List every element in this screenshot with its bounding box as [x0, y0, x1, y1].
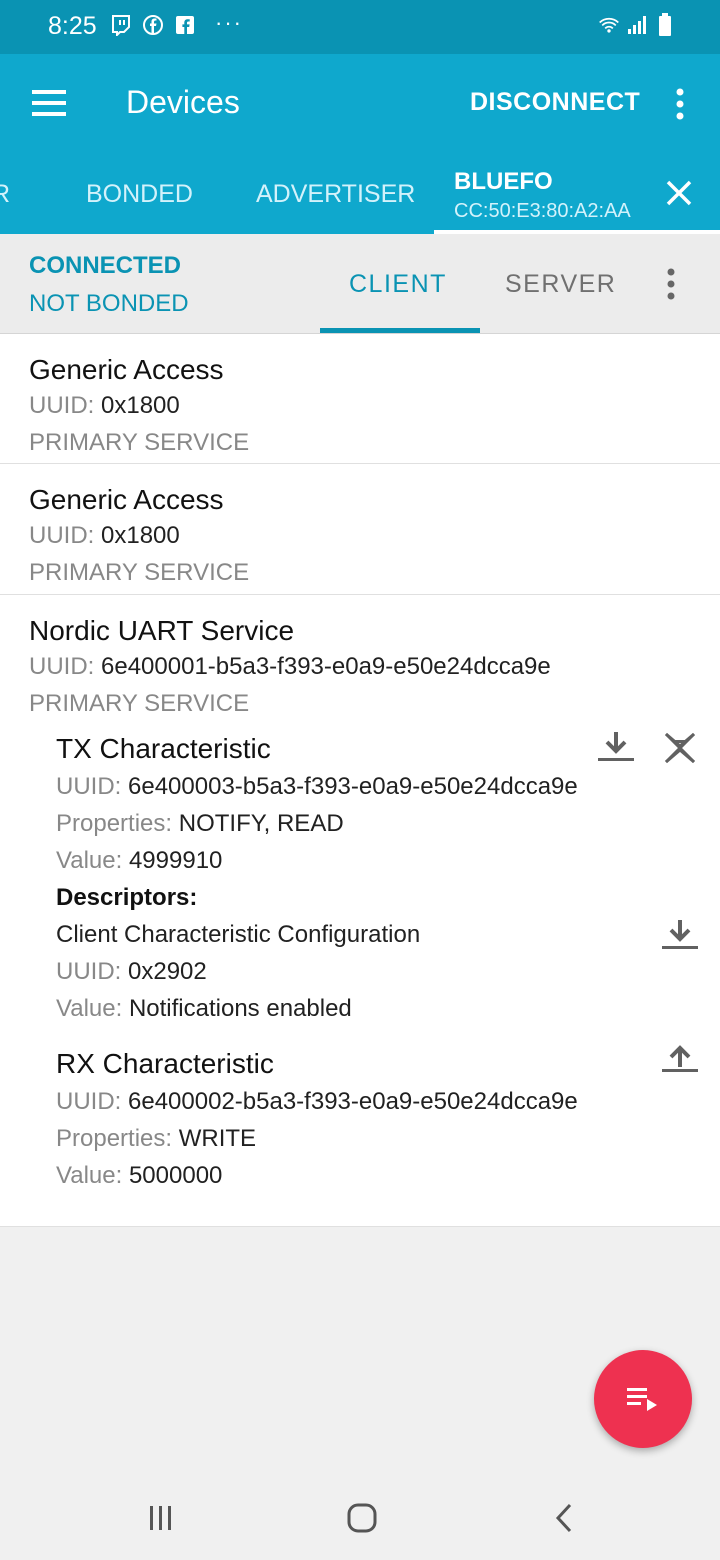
value-label: Value: [56, 847, 123, 874]
service-type: PRIMARY SERVICE [29, 690, 250, 717]
characteristic-properties-row: Properties: NOTIFY, READ [56, 805, 720, 842]
device-address: CC:50:E3:80:A2:AA [454, 200, 631, 222]
home-icon[interactable] [342, 1498, 382, 1538]
tab-device[interactable]: BLUEFO CC:50:E3:80:A2:AA [434, 164, 720, 234]
service-uuid-row: UUID: 6e400001-b5a3-f393-e0a9-e50e24dcca… [29, 648, 720, 685]
service-uuid-row: UUID: 0x1800 [29, 387, 720, 424]
service-item[interactable]: Generic Access UUID: 0x1800 PRIMARY SERV… [0, 334, 720, 464]
log-list-icon [627, 1388, 657, 1411]
descriptor-read-download-icon[interactable] [660, 918, 700, 954]
twitch-icon [110, 14, 132, 36]
connection-state: CONNECTED [29, 252, 182, 279]
tab-bonded[interactable]: BONDED [86, 180, 193, 209]
tab-client[interactable]: CLIENT [349, 270, 447, 299]
signal-icon [626, 14, 648, 36]
characteristic-properties: WRITE [178, 1125, 257, 1152]
facebook-square-icon [174, 14, 196, 36]
service-item[interactable]: Nordic UART Service UUID: 6e400001-b5a3-… [0, 595, 720, 1227]
notification-icons [110, 14, 196, 36]
subtab-indicator [320, 328, 480, 333]
status-time: 8:25 [48, 12, 97, 40]
notifications-toggle-icon[interactable] [660, 730, 700, 766]
status-bar: 8:25 ··· [0, 0, 720, 54]
descriptor-uuid-row: UUID: 0x2902 [56, 953, 720, 990]
characteristic-uuid: 6e400003-b5a3-f393-e0a9-e50e24dcca9e [128, 773, 578, 800]
wifi-icon [598, 14, 620, 36]
service-name: Nordic UART Service [29, 615, 295, 646]
service-type: PRIMARY SERVICE [29, 429, 250, 456]
service-name: Generic Access [29, 354, 224, 385]
back-icon[interactable] [544, 1498, 584, 1538]
characteristic-uuid-row: UUID: 6e400003-b5a3-f393-e0a9-e50e24dcca… [56, 768, 720, 805]
connection-overflow-menu-icon[interactable] [660, 264, 682, 304]
descriptors-heading: Descriptors: [56, 884, 198, 911]
value-label: Value: [56, 995, 123, 1022]
characteristic-value-row: Value: 5000000 [56, 1157, 720, 1194]
tab-server[interactable]: SERVER [505, 270, 616, 299]
services-list: Generic Access UUID: 0x1800 PRIMARY SERV… [0, 334, 720, 1227]
characteristic-properties: NOTIFY, READ [178, 810, 344, 837]
log-fab-button[interactable] [594, 1350, 692, 1448]
uuid-label: UUID: [29, 522, 95, 549]
service-item[interactable]: Generic Access UUID: 0x1800 PRIMARY SERV… [0, 464, 720, 595]
descriptor-value: Notifications enabled [128, 995, 352, 1022]
characteristic-tx[interactable]: TX Characteristic UUID: 6e400003-b5a3-f3… [56, 730, 720, 1027]
service-uuid: 0x1800 [101, 522, 180, 549]
characteristic-value-row: Value: 4999910 [56, 842, 720, 879]
descriptor-name: Client Characteristic Configuration [56, 921, 421, 948]
service-name: Generic Access [29, 484, 224, 515]
tab-scanner-partial[interactable]: R [0, 180, 10, 209]
characteristic-name: RX Characteristic [56, 1048, 274, 1079]
characteristic-value: 5000000 [128, 1162, 223, 1189]
page-title: Devices [126, 84, 240, 120]
system-nav-bar [0, 1476, 720, 1560]
disconnect-button[interactable]: DISCONNECT [470, 88, 640, 117]
recent-apps-icon[interactable] [141, 1498, 181, 1538]
characteristic-rx[interactable]: RX Characteristic UUID: 6e400002-b5a3-f3… [56, 1045, 720, 1194]
write-upload-icon[interactable] [660, 1041, 700, 1077]
properties-label: Properties: [56, 810, 173, 837]
read-download-icon[interactable] [596, 730, 636, 766]
hamburger-menu-icon[interactable] [32, 88, 66, 118]
descriptor-uuid: 0x2902 [128, 958, 207, 985]
connection-bar: CONNECTED NOT BONDED CLIENT SERVER [0, 234, 720, 334]
close-icon[interactable] [664, 178, 694, 208]
characteristic-value: 4999910 [128, 847, 223, 874]
battery-icon [654, 13, 676, 36]
characteristic-properties-row: Properties: WRITE [56, 1120, 720, 1157]
tab-advertiser[interactable]: ADVERTISER [256, 180, 415, 209]
more-notifications-icon: ··· [215, 10, 243, 35]
service-uuid: 0x1800 [101, 392, 180, 419]
overflow-menu-icon[interactable] [668, 84, 692, 124]
characteristic-uuid-row: UUID: 6e400002-b5a3-f393-e0a9-e50e24dcca… [56, 1083, 720, 1120]
descriptor-value-row: Value: Notifications enabled [56, 990, 720, 1027]
facebook-circle-icon [142, 14, 164, 36]
service-type: PRIMARY SERVICE [29, 559, 250, 586]
uuid-label: UUID: [56, 773, 122, 800]
device-name: BLUEFO [454, 168, 553, 195]
characteristic-uuid: 6e400002-b5a3-f393-e0a9-e50e24dcca9e [128, 1088, 578, 1115]
uuid-label: UUID: [56, 1088, 122, 1115]
bond-state: NOT BONDED [29, 290, 189, 317]
uuid-label: UUID: [29, 653, 95, 680]
uuid-label: UUID: [29, 392, 95, 419]
uuid-label: UUID: [56, 958, 122, 985]
app-bar: Devices DISCONNECT R BONDED ADVERTISER B… [0, 54, 720, 234]
system-icons [598, 13, 676, 36]
value-label: Value: [56, 1162, 123, 1189]
service-uuid: 6e400001-b5a3-f393-e0a9-e50e24dcca9e [101, 653, 551, 680]
service-uuid-row: UUID: 0x1800 [29, 517, 720, 554]
properties-label: Properties: [56, 1125, 173, 1152]
